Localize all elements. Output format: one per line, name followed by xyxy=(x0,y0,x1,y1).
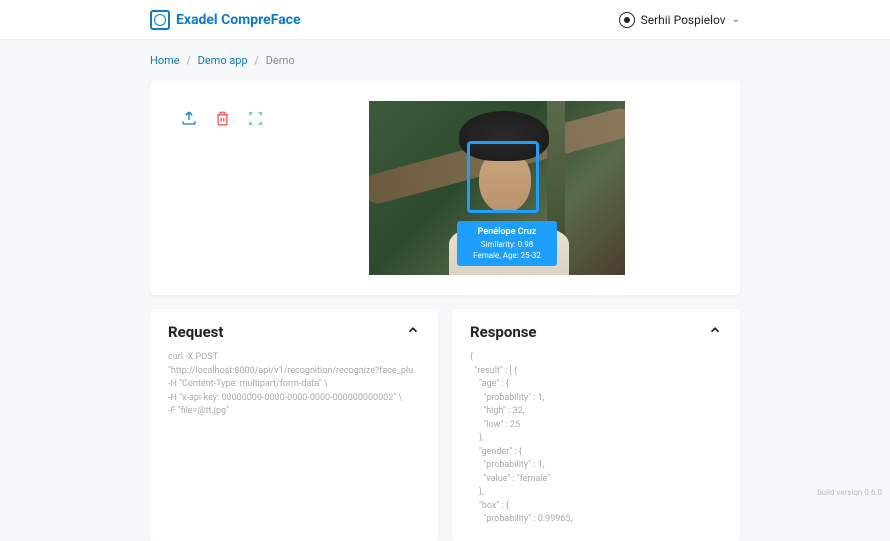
face-name: Penélope Cruz xyxy=(460,226,554,239)
build-version: build version 0.6.0 xyxy=(817,488,882,497)
user-menu[interactable]: Serhii Pospielov ⌄ xyxy=(619,12,740,28)
breadcrumb: Home / Demo app / Demo xyxy=(0,40,890,81)
response-body: { "result" : [ { "age" : { "probability"… xyxy=(470,351,722,527)
delete-button[interactable] xyxy=(213,109,231,127)
breadcrumb-app[interactable]: Demo app xyxy=(198,54,248,67)
face-similarity: Similarity: 0.98 xyxy=(460,239,554,250)
scan-icon xyxy=(248,111,263,126)
collapse-request-button[interactable] xyxy=(406,323,420,341)
face-gender-age: Female, Age: 25-32 xyxy=(460,250,554,261)
recognition-image: Penélope Cruz Similarity: 0.98 Female, A… xyxy=(369,101,625,275)
user-icon xyxy=(619,12,635,28)
chevron-up-icon xyxy=(708,323,722,337)
brand-text: Exadel CompreFace xyxy=(176,12,301,28)
collapse-response-button[interactable] xyxy=(708,323,722,341)
breadcrumb-current: Demo xyxy=(266,54,295,67)
brand-logo[interactable]: Exadel CompreFace xyxy=(150,10,301,30)
face-bounding-box xyxy=(467,141,539,213)
chevron-up-icon xyxy=(406,323,420,337)
upload-icon xyxy=(181,110,197,126)
request-body: curl -X POST "http://localhost:8000/api/… xyxy=(168,351,420,419)
upload-button[interactable] xyxy=(180,109,198,127)
trash-icon xyxy=(215,111,230,126)
request-title: Request xyxy=(168,323,223,341)
face-icon xyxy=(150,10,170,30)
response-panel: Response { "result" : [ { "age" : { "pro… xyxy=(452,309,740,541)
face-label: Penélope Cruz Similarity: 0.98 Female, A… xyxy=(457,221,557,266)
response-title: Response xyxy=(470,323,537,341)
scan-button[interactable] xyxy=(246,109,264,127)
user-name: Serhii Pospielov xyxy=(641,13,726,27)
breadcrumb-home[interactable]: Home xyxy=(150,54,180,67)
request-panel: Request curl -X POST "http://localhost:8… xyxy=(150,309,438,541)
demo-card: Penélope Cruz Similarity: 0.98 Female, A… xyxy=(150,81,740,295)
chevron-down-icon: ⌄ xyxy=(732,14,740,25)
